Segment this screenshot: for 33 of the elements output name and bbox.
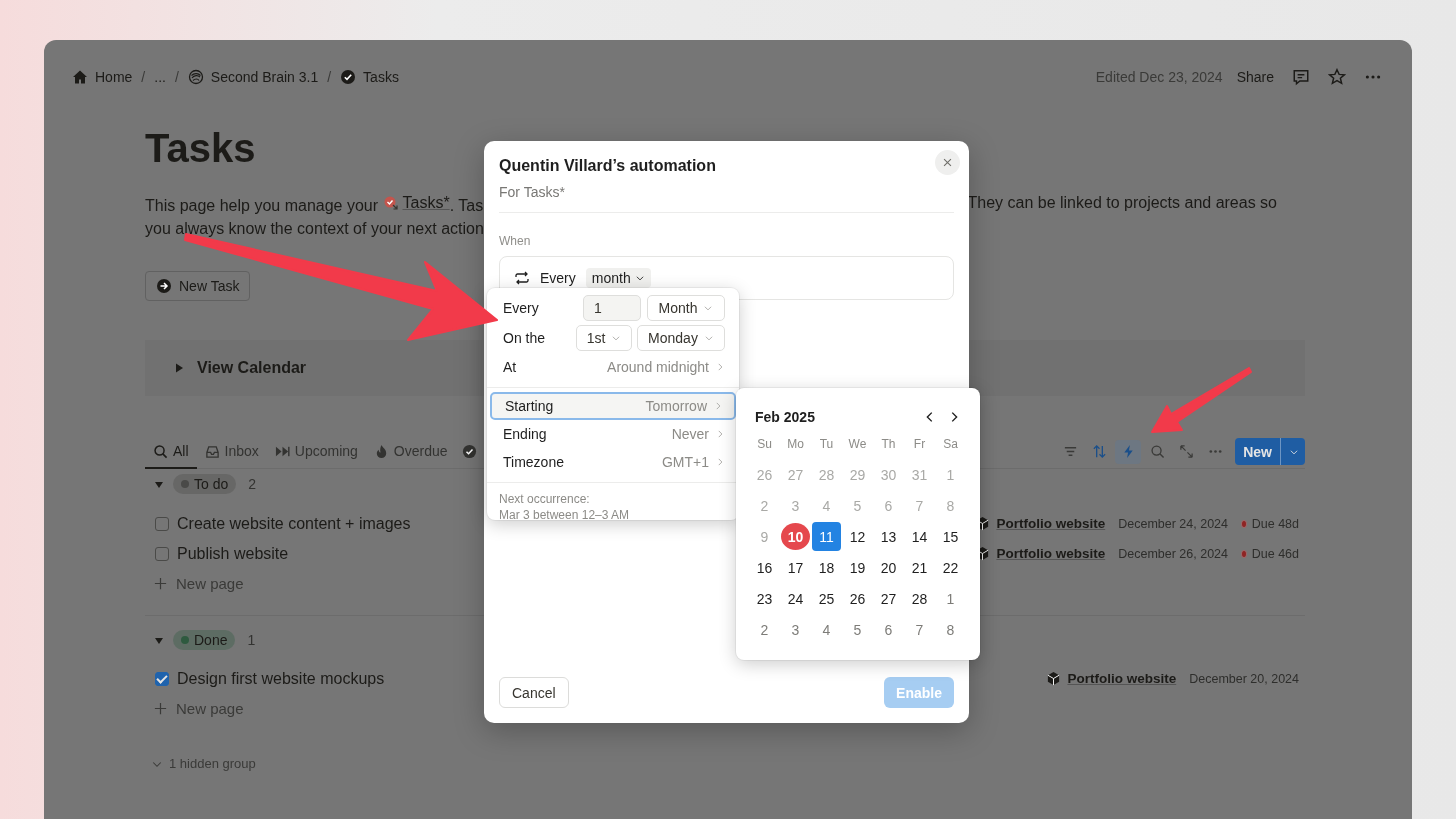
weekday-label: Th [880,435,897,453]
month-label: Feb 2025 [755,409,816,425]
page-title: Tasks [145,125,256,172]
group-count: 1 [247,631,256,648]
task-date: December 26, 2024 [1118,546,1228,561]
field-label: Every [503,300,540,316]
weekday-label: We [847,435,868,453]
due-label: Due 48d [1251,516,1299,531]
weekday-label: Mo [786,435,805,453]
breadcrumb-separator: / [174,69,179,85]
breadcrumb-separator: / [141,69,146,85]
modal-subtitle: For Tasks* [499,184,565,200]
edited-date: Edited Dec 23, 2024 [1095,69,1223,85]
next-occurrence-value: Mar 3 between 12–3 AM [499,507,631,523]
weekday-label: Tu [818,435,835,453]
weekday-label: Fr [912,435,927,453]
modal-title: Quentin Villard’s automation [499,157,716,175]
description-text: They can be linked to projects and areas so [967,193,1277,213]
description-text: . Tas [449,196,484,214]
weekday-label: Su [756,435,773,453]
description-text: This page help you manage your [145,196,379,214]
next-occurrence-label: Next occurrence: [499,491,591,507]
section-label: When [499,234,531,248]
status-tag: To do [173,473,237,494]
group-count: 2 [248,475,257,492]
breadcrumb-separator: / [327,69,332,85]
due-label: Due 46d [1251,546,1299,561]
task-date: December 20, 2024 [1189,671,1299,686]
status-tag: Done [173,629,236,650]
task-date: December 24, 2024 [1118,516,1228,531]
description-text: you always know the context of your next action [145,218,485,239]
field-label: On the [503,330,547,346]
weekday-label: Sa [942,435,959,453]
